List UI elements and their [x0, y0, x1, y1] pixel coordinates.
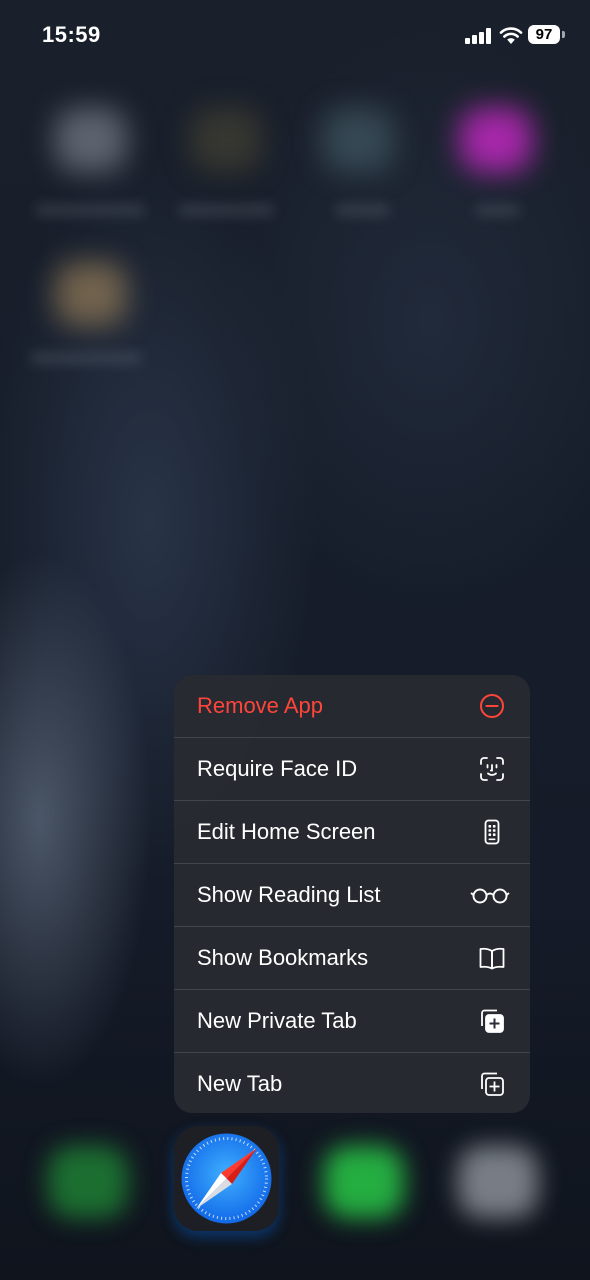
blurred-app-icon — [55, 262, 127, 326]
menu-item-new-tab[interactable]: New Tab — [174, 1053, 530, 1113]
blurred-app-icon — [460, 108, 532, 172]
face-id-icon — [480, 757, 504, 781]
safari-compass-icon — [181, 1133, 272, 1224]
blurred-app-icon — [322, 108, 394, 172]
safari-app-icon[interactable] — [174, 1126, 279, 1231]
private-tab-plus-icon — [481, 1009, 504, 1033]
minus-circle-icon — [480, 694, 504, 718]
glasses-icon — [470, 888, 510, 904]
blurred-app-label — [30, 352, 142, 364]
menu-item-label: Edit Home Screen — [197, 819, 376, 844]
menu-item-edit-home-screen[interactable]: Edit Home Screen — [174, 801, 530, 864]
blurred-app-label — [475, 204, 520, 216]
blurred-app-label — [178, 204, 274, 216]
menu-item-require-face-id[interactable]: Require Face ID — [174, 738, 530, 801]
status-time: 15:59 — [42, 22, 101, 47]
app-context-menu: Remove App Require Face ID Edit Home Scr… — [174, 675, 530, 1113]
blurred-app-icon — [190, 108, 262, 172]
menu-item-label: Show Reading List — [197, 882, 381, 907]
blurred-app-label — [335, 204, 390, 216]
tab-plus-icon — [481, 1072, 504, 1096]
phone-icon — [48, 1146, 128, 1218]
menu-item-label: Require Face ID — [197, 756, 358, 781]
battery-tip — [562, 31, 565, 38]
battery-indicator: 97 — [528, 25, 560, 44]
book-icon — [479, 947, 505, 970]
messages-icon — [324, 1146, 404, 1218]
menu-item-label: Remove App — [197, 693, 323, 718]
menu-item-new-private-tab[interactable]: New Private Tab — [174, 990, 530, 1053]
blurred-app-icon — [55, 108, 127, 172]
battery-level: 97 — [535, 26, 553, 43]
menu-item-remove-app[interactable]: Remove App — [174, 675, 530, 738]
menu-item-show-reading-list[interactable]: Show Reading List — [174, 864, 530, 927]
menu-item-show-bookmarks[interactable]: Show Bookmarks — [174, 927, 530, 990]
blurred-app-icon — [458, 1146, 538, 1218]
wifi-icon — [499, 27, 523, 44]
menu-item-label: Show Bookmarks — [197, 945, 369, 970]
status-bar: 15:59 97 — [0, 0, 590, 70]
phone-apps-icon — [484, 819, 500, 845]
blurred-app-label — [35, 204, 145, 216]
menu-item-label: New Private Tab — [197, 1008, 357, 1033]
menu-item-label: New Tab — [197, 1071, 283, 1096]
cellular-signal-icon — [465, 28, 493, 44]
